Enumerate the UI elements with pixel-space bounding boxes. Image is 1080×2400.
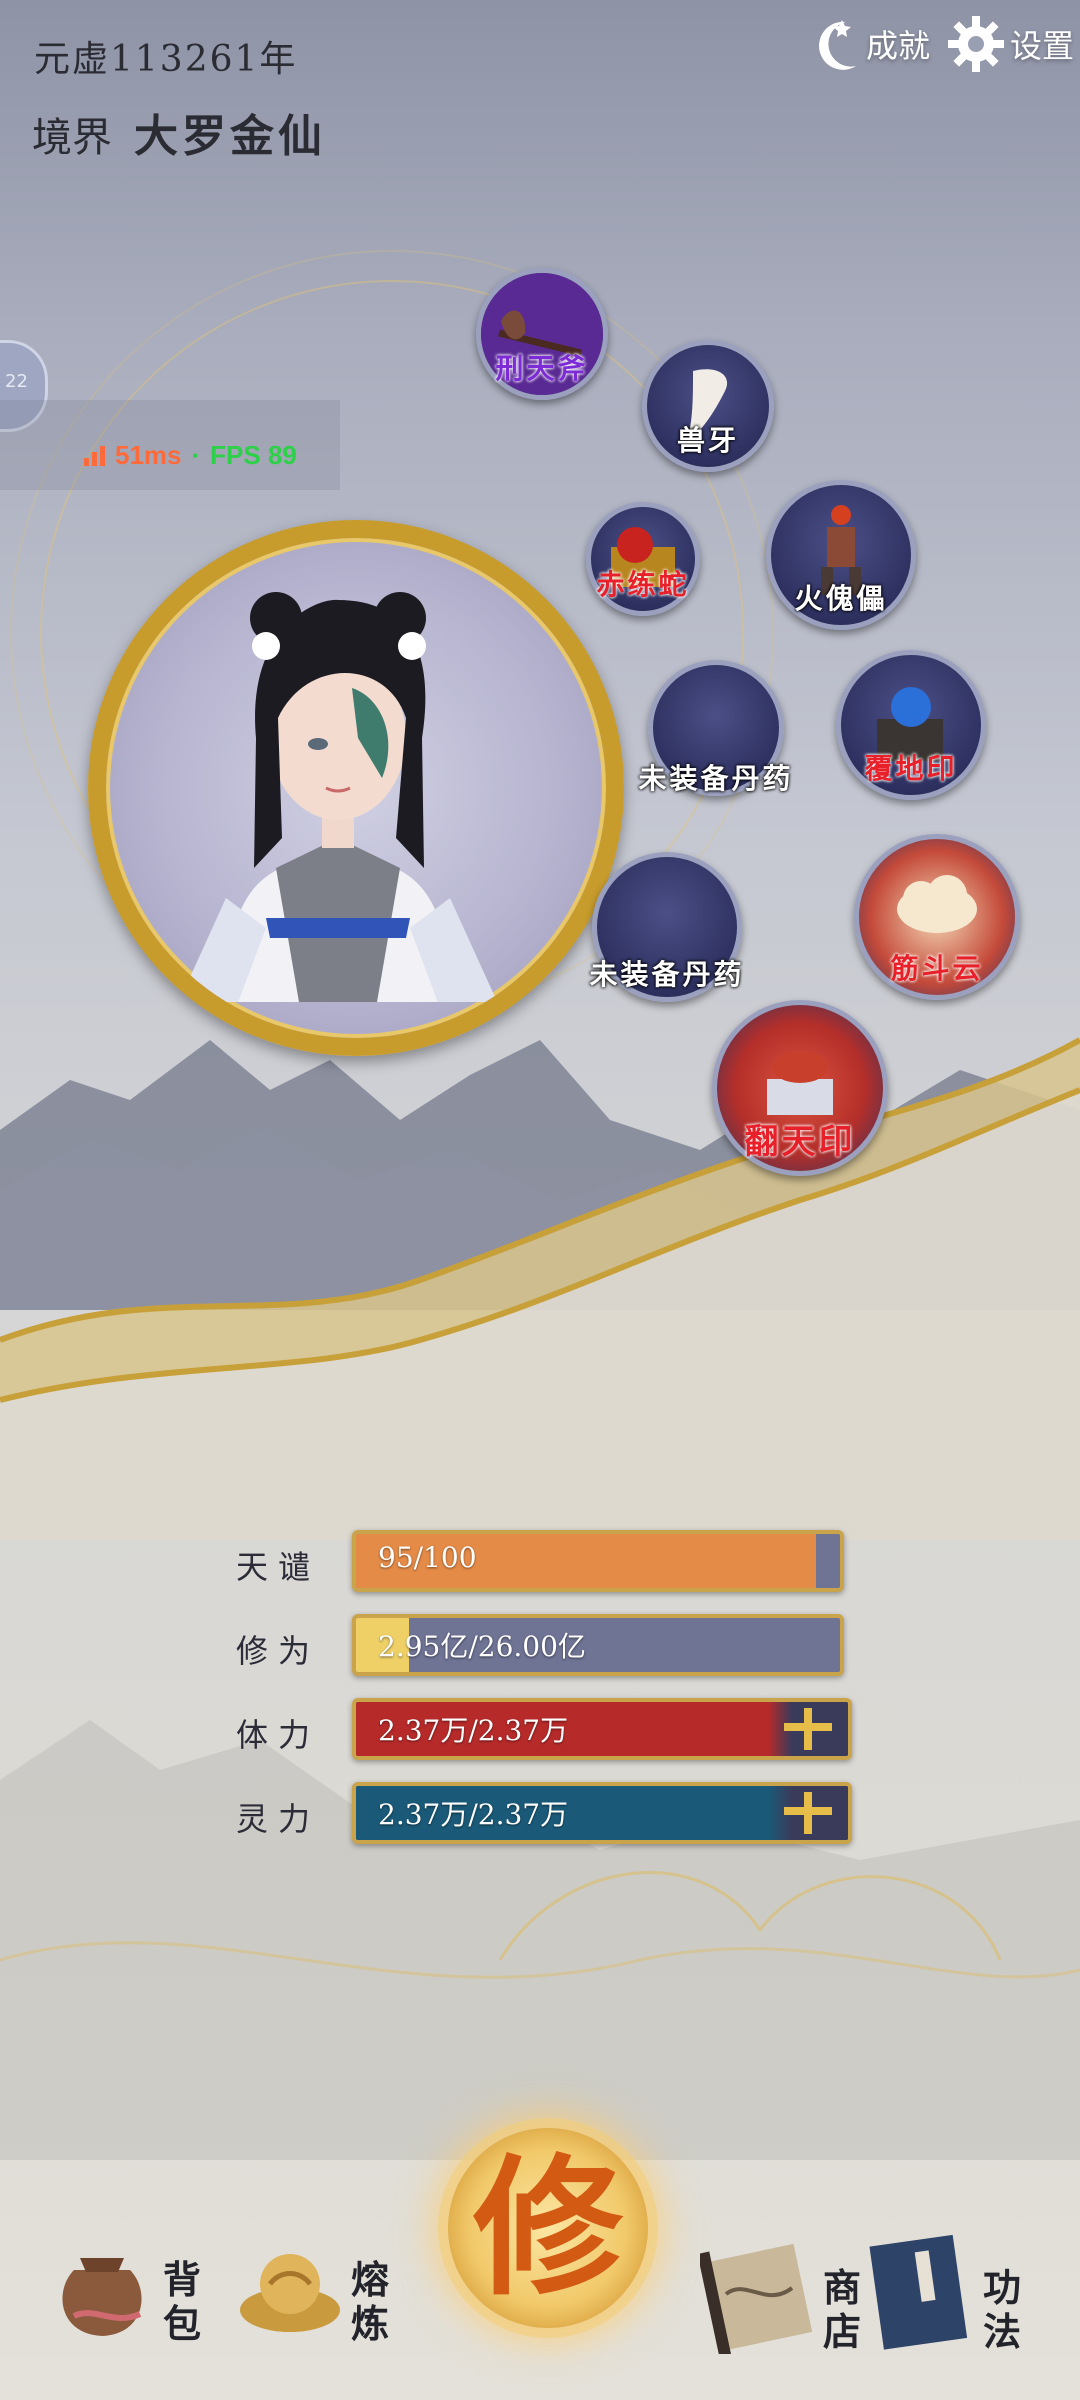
character-figure-icon [176, 592, 500, 1008]
nav-smelt[interactable]: 熔炼 [232, 2230, 392, 2346]
equipment-slot[interactable]: 刑天斧 [476, 268, 608, 400]
mountain-scenery [0, 1037, 1080, 1540]
stat-label-xiuwei: 修为 [236, 1632, 321, 1670]
slot-label: 筋斗云 [890, 952, 984, 985]
stat-value: 2.95亿/26.00亿 [378, 1630, 586, 1663]
equipment-slot[interactable]: 未装备丹药 [638, 660, 791, 796]
fps-text: FPS 89 [210, 440, 297, 470]
fps-separator: · [191, 440, 201, 470]
stat-bar-tianqian: 95/100 [352, 1530, 844, 1592]
stat-value: 2.37万/2.37万 [378, 1798, 569, 1831]
signal-icon [84, 445, 105, 466]
slot-label: 未装备丹药 [589, 958, 745, 991]
nav-bag[interactable]: 背包 [44, 2230, 204, 2346]
realm-row: 境界 大罗金仙 [32, 100, 326, 164]
character-portrait[interactable] [88, 520, 624, 1056]
bag-icon [62, 2258, 142, 2336]
slot-label: 赤练蛇 [596, 568, 690, 601]
achievements-label: 成就 [866, 27, 931, 65]
stat-label-tili: 体力 [236, 1716, 321, 1754]
settings-label: 设置 [1010, 27, 1075, 65]
slot-label: 未装备丹药 [638, 762, 794, 795]
realm-value: 大罗金仙 [134, 111, 326, 162]
stat-value: 2.37万/2.37万 [378, 1714, 569, 1747]
cultivate-label: 修 [472, 2140, 623, 2316]
equipment-slot[interactable]: 兽牙 [642, 340, 774, 472]
nav-skills-label: 功法 [982, 2265, 1021, 2354]
add-stamina-button[interactable] [780, 1706, 836, 1752]
nav-skills[interactable]: 功法 [860, 2230, 1024, 2354]
stat-bar-tili: 2.37万/2.37万 [352, 1698, 852, 1760]
equipment-slot[interactable]: 火傀儡 [766, 480, 916, 630]
moon-star-icon [812, 14, 862, 74]
book-icon [869, 2234, 968, 2350]
nav-shop[interactable]: 商店 [700, 2238, 864, 2354]
map-scroll-icon [700, 2243, 813, 2354]
gear-icon [946, 14, 1006, 74]
latency-text: 51ms [115, 440, 182, 470]
nav-smelt-label: 熔炼 [350, 2257, 389, 2346]
equipment-slot[interactable]: 筋斗云 [854, 834, 1020, 1000]
slot-label: 兽牙 [676, 424, 740, 457]
stat-label-lingli: 灵力 [236, 1800, 321, 1838]
plus-icon [784, 1708, 832, 1750]
lower-mountains [0, 1720, 1080, 2160]
add-spirit-button[interactable] [780, 1790, 836, 1836]
stat-bar-xiuwei: 2.95亿/26.00亿 [352, 1614, 844, 1676]
plus-icon [784, 1792, 832, 1834]
equipment-slot[interactable]: 赤练蛇 [586, 502, 700, 616]
equipment-slot[interactable]: 覆地印 [836, 650, 986, 800]
slot-label: 覆地印 [864, 752, 958, 785]
slot-label: 翻天印 [744, 1122, 856, 1162]
equipment-slot[interactable]: 未装备丹药 [589, 852, 745, 1002]
equipment-slot[interactable]: 翻天印 [712, 1000, 888, 1176]
stat-bar-lingli: 2.37万/2.37万 [352, 1782, 852, 1844]
cultivate-button[interactable]: 修 [448, 2128, 648, 2328]
stat-label-tianqian: 天谴 [236, 1548, 321, 1586]
slot-label: 刑天斧 [495, 352, 589, 385]
nav-shop-label: 商店 [822, 2265, 861, 2354]
ingot-icon [240, 2254, 340, 2332]
slot-label: 火傀儡 [794, 582, 888, 615]
stat-value: 95/100 [378, 1541, 477, 1574]
performance-overlay: 51ms · FPS 89 [84, 440, 297, 471]
era-year: 元虚113261年 [34, 39, 298, 80]
settings-button[interactable]: 设置 [946, 14, 1074, 74]
nav-bag-label: 背包 [162, 2257, 201, 2346]
achievements-button[interactable]: 成就 [812, 14, 930, 74]
realm-label: 境界 [32, 115, 112, 161]
